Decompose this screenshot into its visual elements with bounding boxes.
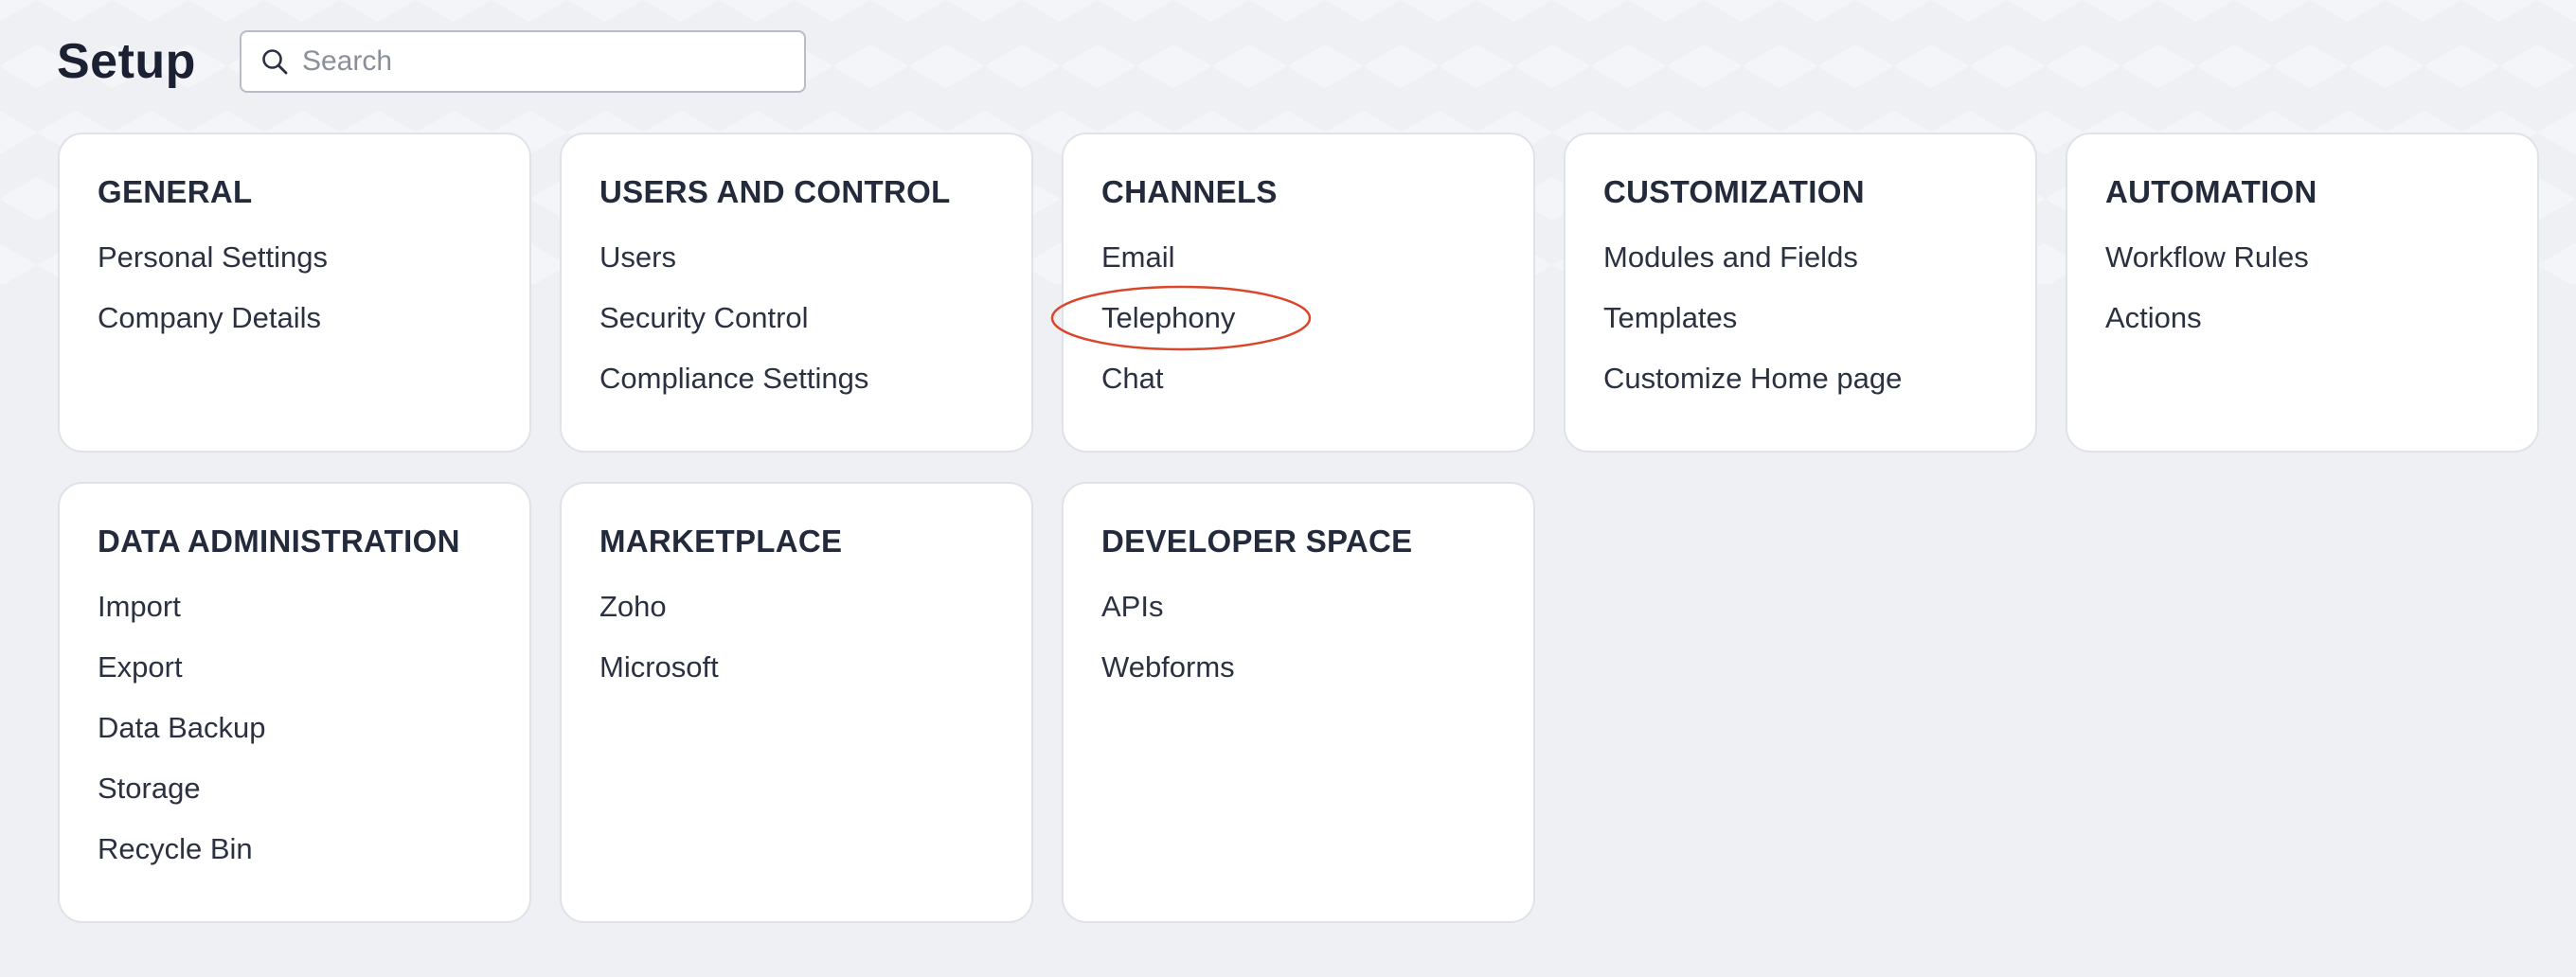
- link-import[interactable]: Import: [98, 577, 492, 637]
- link-email[interactable]: Email: [1101, 227, 1495, 288]
- link-templates[interactable]: Templates: [1603, 288, 1997, 348]
- card-developer-space: DEVELOPER SPACE APIs Webforms: [1062, 482, 1535, 923]
- card-title-users-and-control: USERS AND CONTROL: [599, 174, 951, 209]
- link-apis[interactable]: APIs: [1101, 577, 1495, 637]
- link-modules-and-fields[interactable]: Modules and Fields: [1603, 227, 1997, 288]
- card-title-developer-space: DEVELOPER SPACE: [1101, 524, 1413, 559]
- link-recycle-bin[interactable]: Recycle Bin: [98, 819, 492, 879]
- search-input[interactable]: [299, 44, 796, 79]
- link-zoho[interactable]: Zoho: [599, 577, 993, 637]
- card-data-administration: DATA ADMINISTRATION Import Export Data B…: [58, 482, 531, 923]
- card-general: GENERAL Personal Settings Company Detail…: [58, 133, 531, 453]
- search-box[interactable]: [239, 30, 806, 93]
- link-personal-settings[interactable]: Personal Settings: [98, 227, 492, 288]
- card-marketplace: MARKETPLACE Zoho Microsoft: [560, 482, 1033, 923]
- link-actions[interactable]: Actions: [2105, 288, 2499, 348]
- link-security-control[interactable]: Security Control: [599, 288, 993, 348]
- setup-card-grid: GENERAL Personal Settings Company Detail…: [58, 133, 2539, 923]
- link-customize-home-page[interactable]: Customize Home page: [1603, 348, 1997, 409]
- card-title-data-administration: DATA ADMINISTRATION: [98, 524, 460, 559]
- telephony-wrapper: Telephony: [1050, 285, 1495, 351]
- link-compliance-settings[interactable]: Compliance Settings: [599, 348, 993, 409]
- link-data-backup[interactable]: Data Backup: [98, 698, 492, 758]
- page-title: Setup: [57, 34, 196, 89]
- card-automation: AUTOMATION Workflow Rules Actions: [2066, 133, 2539, 453]
- link-microsoft[interactable]: Microsoft: [599, 637, 993, 698]
- card-channels: CHANNELS Email Telephony Chat: [1050, 133, 1535, 453]
- link-workflow-rules[interactable]: Workflow Rules: [2105, 227, 2499, 288]
- card-title-channels: CHANNELS: [1101, 174, 1278, 209]
- search-icon: [260, 47, 289, 76]
- link-company-details[interactable]: Company Details: [98, 288, 492, 348]
- link-chat[interactable]: Chat: [1101, 348, 1495, 409]
- card-customization: CUSTOMIZATION Modules and Fields Templat…: [1564, 133, 2037, 453]
- link-export[interactable]: Export: [98, 637, 492, 698]
- link-webforms[interactable]: Webforms: [1101, 637, 1495, 698]
- link-telephony[interactable]: Telephony: [1101, 288, 1495, 348]
- card-title-customization: CUSTOMIZATION: [1603, 174, 1865, 209]
- card-title-automation: AUTOMATION: [2105, 174, 2317, 209]
- card-users-and-control: USERS AND CONTROL Users Security Control…: [560, 133, 1033, 453]
- card-title-marketplace: MARKETPLACE: [599, 524, 843, 559]
- link-users[interactable]: Users: [599, 227, 993, 288]
- setup-header: Setup: [57, 28, 806, 95]
- card-title-general: GENERAL: [98, 174, 253, 209]
- link-storage[interactable]: Storage: [98, 758, 492, 819]
